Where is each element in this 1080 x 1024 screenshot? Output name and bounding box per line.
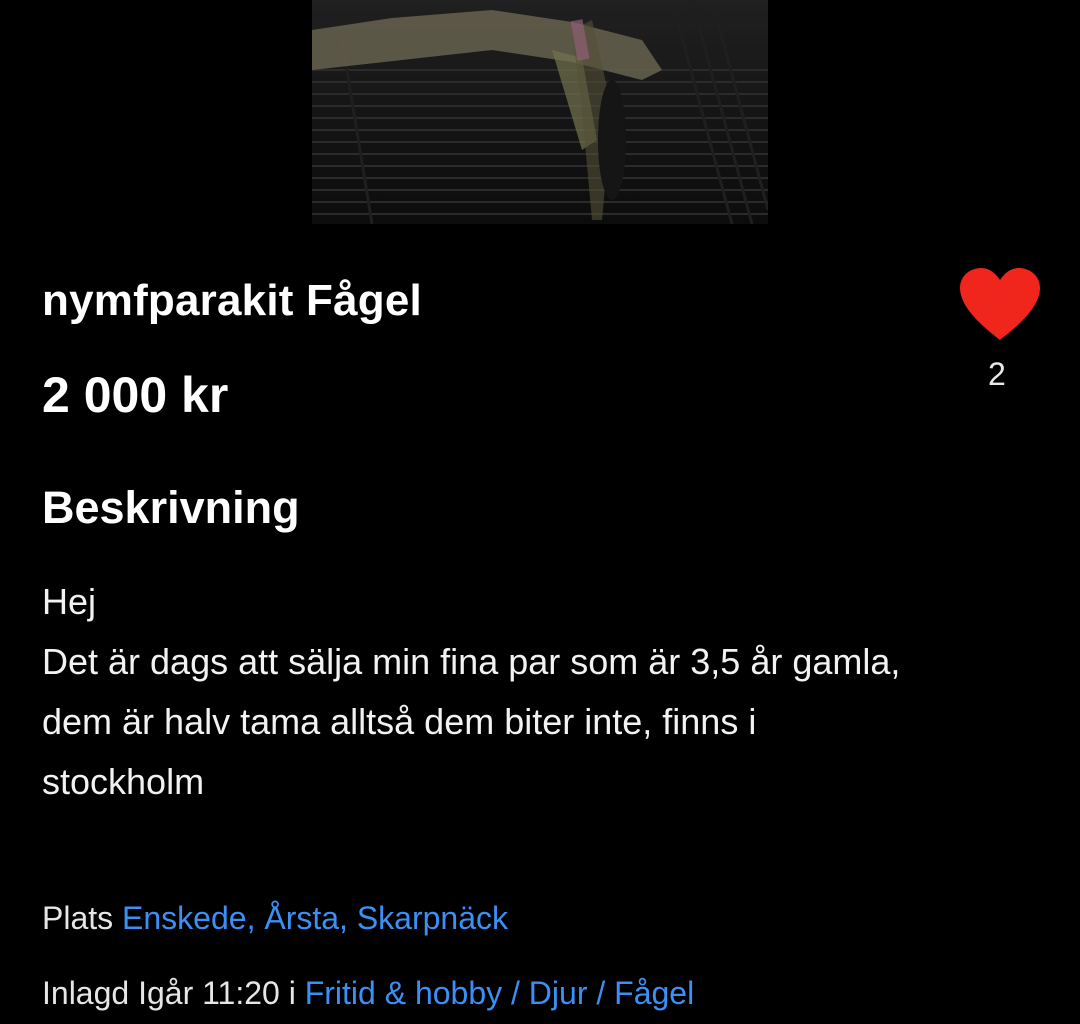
location-link[interactable]: Enskede, Årsta, Skarpnäck <box>122 900 508 936</box>
listing-photo[interactable] <box>312 0 768 224</box>
listing-title: nymfparakit Fågel <box>42 276 422 325</box>
description-line: dem är halv tama alltså dem biter inte, … <box>42 701 757 742</box>
posted-row: Inlagd Igår 11:20 i Fritid & hobby / Dju… <box>42 975 694 1012</box>
description-line: Det är dags att sälja min fina par som ä… <box>42 641 901 682</box>
description-text: Hej Det är dags att sälja min fina par s… <box>42 572 1042 812</box>
favorite-count: 2 <box>988 356 1006 392</box>
description-line: Hej <box>42 581 97 622</box>
listing-price: 2 000 kr <box>42 367 229 423</box>
location-row: Plats Enskede, Årsta, Skarpnäck <box>42 900 508 937</box>
description-heading: Beskrivning <box>42 482 300 533</box>
location-label: Plats <box>42 900 114 936</box>
heart-icon <box>960 268 1040 340</box>
posted-label: Inlagd Igår 11:20 i <box>42 975 296 1011</box>
description-line: stockholm <box>42 761 205 802</box>
favorite-button[interactable] <box>952 266 1048 342</box>
photo-illustration <box>312 0 768 224</box>
category-breadcrumb-link[interactable]: Fritid & hobby / Djur / Fågel <box>305 975 694 1011</box>
